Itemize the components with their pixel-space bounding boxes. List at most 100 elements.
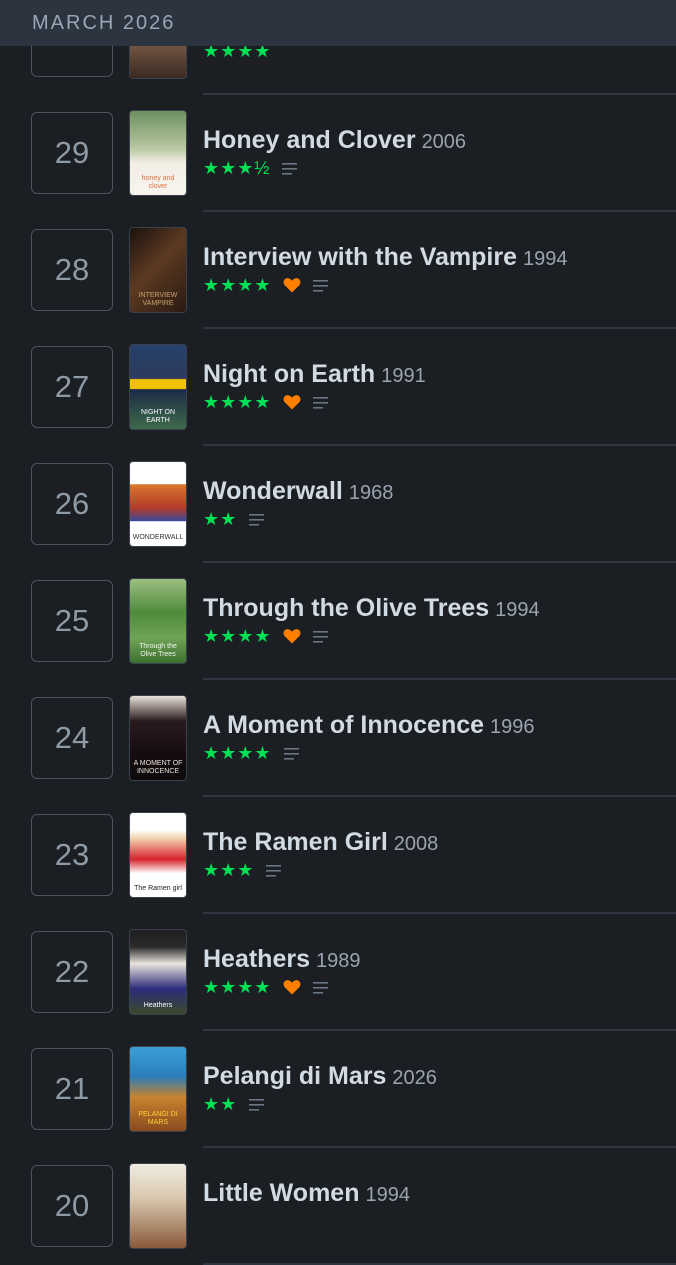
- star-rating: ★★: [203, 1093, 238, 1114]
- film-title[interactable]: Night on Earth: [203, 360, 375, 388]
- heart-icon: [283, 979, 301, 995]
- entry-meta: ★★★★: [203, 976, 329, 997]
- review-lines-icon[interactable]: [283, 747, 300, 760]
- month-label: MARCH 2026: [32, 12, 176, 34]
- film-title[interactable]: Wonderwall: [203, 477, 343, 505]
- film-poster[interactable]: honey and clover: [129, 110, 187, 196]
- poster-title-text: PELANGI DI MARS: [138, 1111, 178, 1126]
- film-title-line: Heathers 1989: [203, 945, 361, 974]
- film-title[interactable]: Interview with the Vampire: [203, 243, 517, 271]
- film-poster[interactable]: Through the Olive Trees: [129, 578, 187, 664]
- film-poster[interactable]: The Ramen girl: [129, 812, 187, 898]
- heart-icon: [283, 277, 301, 293]
- film-year[interactable]: 1968: [349, 482, 394, 504]
- star-rating: ★★: [203, 508, 238, 529]
- day-number-box[interactable]: 27: [31, 346, 113, 428]
- entry-meta: ★★★★: [203, 391, 329, 412]
- star-rating: ★★★★: [203, 274, 272, 295]
- film-year[interactable]: 2026: [392, 1067, 437, 1089]
- film-year[interactable]: 1994: [365, 1184, 410, 1206]
- diary-entry-row[interactable]: 25 Through the Olive Trees Through the Oli…: [0, 563, 676, 680]
- film-year[interactable]: 1994: [523, 248, 568, 270]
- review-lines-icon[interactable]: [312, 630, 329, 643]
- day-number-box[interactable]: 28: [31, 229, 113, 311]
- diary-entry-row[interactable]: 20 Little Women 1994: [0, 1148, 676, 1265]
- day-number-box[interactable]: 26: [31, 463, 113, 545]
- poster-title-text: Through the Olive Trees: [139, 643, 177, 658]
- film-title-line: Night on Earth 1991: [203, 360, 426, 389]
- film-title[interactable]: Through the Olive Trees: [203, 594, 489, 622]
- film-title-line: Little Women 1994: [203, 1179, 410, 1208]
- film-year[interactable]: 1994: [495, 599, 540, 621]
- day-number-box[interactable]: 22: [31, 931, 113, 1013]
- entry-meta: ★★: [203, 1093, 265, 1114]
- review-lines-icon[interactable]: [312, 981, 329, 994]
- star-rating: ★★★½: [203, 157, 271, 178]
- poster-title-text: honey and clover: [141, 175, 175, 190]
- film-title-line: Pelangi di Mars 2026: [203, 1062, 437, 1091]
- diary-entry-row[interactable]: 26 WONDERWALL Wonderwall 1968 ★★: [0, 446, 676, 563]
- film-year[interactable]: 1991: [381, 365, 426, 387]
- entry-meta: ★★★★: [203, 274, 329, 295]
- entry-meta: ★★: [203, 508, 265, 529]
- diary-entry-row[interactable]: 28 INTERVIEW VAMPIRE Interview with the Va…: [0, 212, 676, 329]
- film-title-line: Interview with the Vampire 1994: [203, 243, 567, 272]
- review-lines-icon[interactable]: [312, 279, 329, 292]
- poster-title-text: A MOMENT OF INNOCENCE: [133, 760, 183, 775]
- film-title-line: Through the Olive Trees 1994: [203, 594, 540, 623]
- review-lines-icon[interactable]: [282, 162, 298, 175]
- film-title[interactable]: Heathers: [203, 945, 310, 973]
- film-year[interactable]: 1989: [316, 950, 361, 972]
- entry-meta: ★★★½: [203, 157, 298, 178]
- review-lines-icon[interactable]: [312, 396, 329, 409]
- film-title-line: A Moment of Innocence 1996: [203, 711, 535, 740]
- review-lines-icon[interactable]: [266, 864, 282, 877]
- film-poster[interactable]: A MOMENT OF INNOCENCE: [129, 695, 187, 781]
- film-poster[interactable]: PELANGI DI MARS: [129, 1046, 187, 1132]
- star-rating: ★★★★: [203, 742, 272, 763]
- film-poster[interactable]: Heathers: [129, 929, 187, 1015]
- diary-entry-row[interactable]: 27 NIGHT ON EARTH Night on Earth 1991 ★★★★: [0, 329, 676, 446]
- diary-entry-row[interactable]: 29 honey and clover Honey and Clover 2006 ★★…: [0, 95, 676, 212]
- film-title[interactable]: Little Women: [203, 1179, 359, 1207]
- poster-title-text: NIGHT ON EARTH: [140, 409, 176, 424]
- star-rating: ★★★★: [203, 976, 272, 997]
- film-year[interactable]: 1996: [490, 716, 535, 738]
- day-number-box[interactable]: 23: [31, 814, 113, 896]
- film-title[interactable]: A Moment of Innocence: [203, 711, 484, 739]
- entry-meta: ★★★★: [203, 742, 300, 763]
- film-year[interactable]: 2006: [422, 131, 467, 153]
- month-header: MARCH 2026: [0, 0, 676, 46]
- film-title-line: Wonderwall 1968: [203, 477, 393, 506]
- diary-entry-row[interactable]: 23 The Ramen girl The Ramen Girl 2008 ★★★: [0, 797, 676, 914]
- day-number-box[interactable]: 25: [31, 580, 113, 662]
- diary-entry-row[interactable]: 24 A MOMENT OF INNOCENCE A Moment of Innoc…: [0, 680, 676, 797]
- entry-meta: ★★★★: [203, 626, 329, 646]
- day-number-box[interactable]: 21: [31, 1048, 113, 1130]
- film-title-line: The Ramen Girl 2008: [203, 828, 438, 857]
- film-title[interactable]: The Ramen Girl: [203, 828, 388, 856]
- film-title[interactable]: Honey and Clover: [203, 126, 416, 154]
- review-lines-icon[interactable]: [249, 1098, 265, 1111]
- film-poster[interactable]: NIGHT ON EARTH: [129, 344, 187, 430]
- heart-icon: [283, 628, 301, 644]
- film-title[interactable]: Pelangi di Mars: [203, 1062, 386, 1090]
- film-poster[interactable]: WONDERWALL: [129, 461, 187, 547]
- poster-title-text: Heathers: [143, 1002, 173, 1009]
- film-poster[interactable]: [129, 1163, 187, 1249]
- diary-entry-row[interactable]: 22 Heathers Heathers 1989 ★★★★: [0, 914, 676, 1031]
- day-number-box[interactable]: 24: [31, 697, 113, 779]
- entry-meta: ★★★: [203, 859, 282, 880]
- poster-title-text: The Ramen girl: [134, 885, 182, 892]
- diary-list: ★★★★ 29 honey and clover Honey and Clover 20…: [0, 0, 676, 1265]
- poster-title-text: INTERVIEW VAMPIRE: [138, 292, 178, 307]
- film-year[interactable]: 2008: [394, 833, 439, 855]
- review-lines-icon[interactable]: [249, 513, 265, 526]
- heart-icon: [283, 394, 301, 410]
- star-rating: ★★★★: [203, 391, 272, 412]
- star-rating: ★★★: [203, 859, 255, 880]
- diary-entry-row[interactable]: 21 PELANGI DI MARS Pelangi di Mars 2026 ★★: [0, 1031, 676, 1148]
- film-poster[interactable]: INTERVIEW VAMPIRE: [129, 227, 187, 313]
- day-number-box[interactable]: 20: [31, 1165, 113, 1247]
- day-number-box[interactable]: 29: [31, 112, 113, 194]
